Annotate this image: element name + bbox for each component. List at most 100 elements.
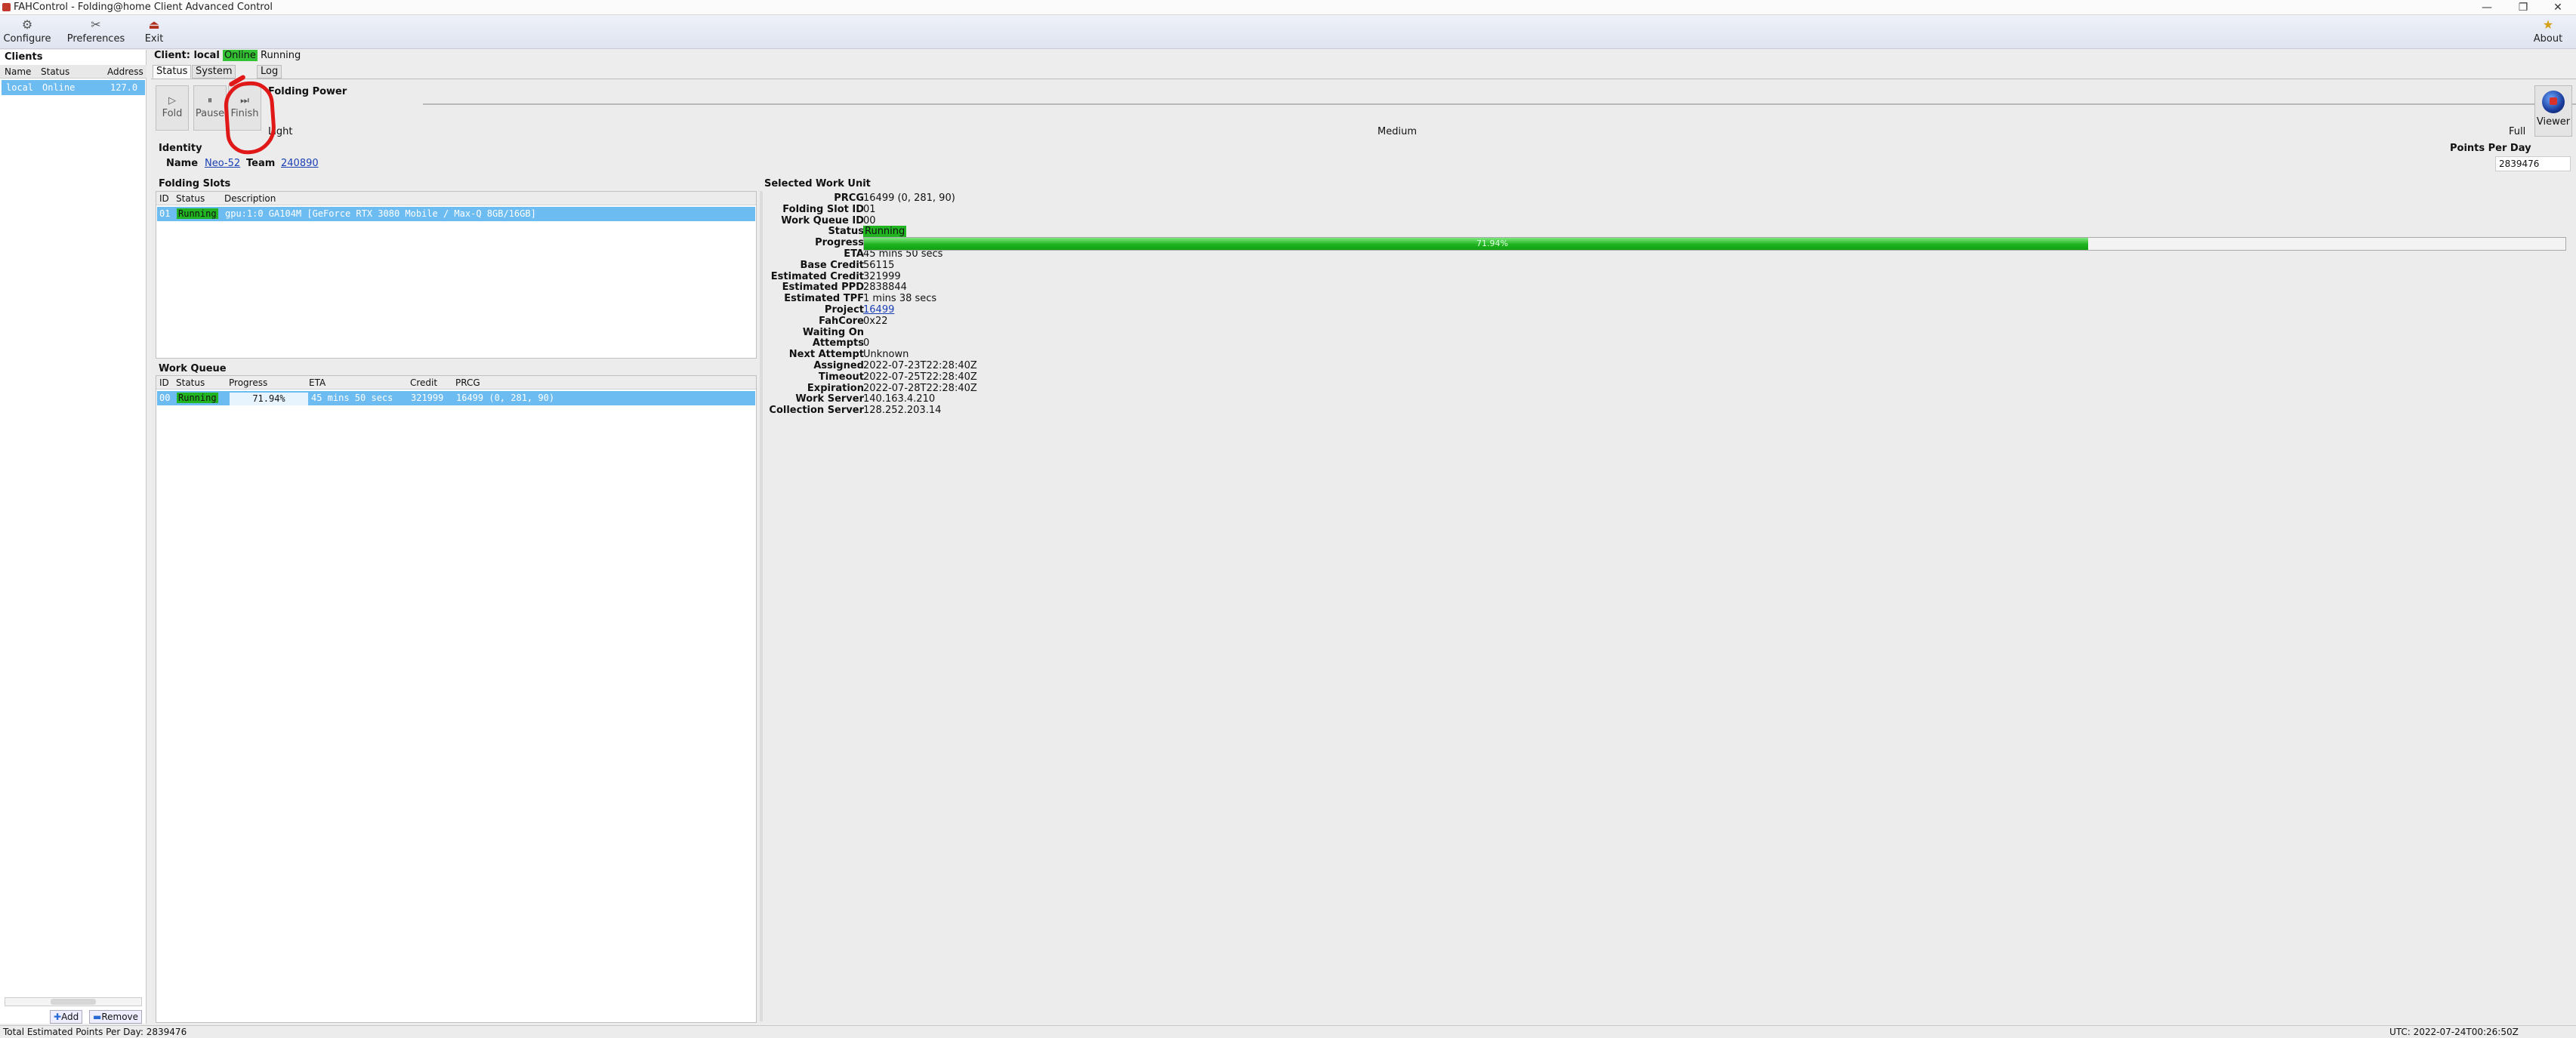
preferences-label: Preferences: [66, 33, 125, 45]
wq-eta: 45 mins 50 secs: [311, 393, 393, 403]
team-label: Team: [246, 158, 276, 169]
wu-value-collection-server: 128.252.203.14: [863, 405, 942, 417]
fold-label: Fold: [162, 108, 183, 119]
wu-label-prcg: PRCG: [834, 193, 864, 204]
wu-label-eta: ETA: [844, 248, 864, 260]
client-status: Online: [42, 82, 76, 93]
wu-label-estimated-tpf: Estimated TPF: [784, 293, 864, 305]
name-label: Name: [166, 158, 199, 169]
title-bar: FAHControl - Folding@home Client Advance…: [0, 0, 2576, 15]
splitter[interactable]: [760, 191, 763, 1021]
wu-value-work-queue-id: 00: [863, 214, 876, 226]
col-address[interactable]: Address: [107, 66, 143, 77]
wu-value-next-attempt: Unknown: [863, 349, 909, 361]
remove-client-button[interactable]: ▬Remove: [89, 1010, 143, 1024]
wu-label-work-server: Work Server: [795, 393, 864, 405]
wq-status-badge: Running: [177, 393, 218, 403]
col-id[interactable]: ID: [159, 377, 169, 388]
tab-log[interactable]: Log: [257, 65, 282, 79]
identity-title: Identity: [159, 143, 202, 154]
client-row-local[interactable]: local Online 127.0: [2, 80, 145, 95]
slot-id: 01: [159, 208, 171, 219]
col-credit[interactable]: Credit: [410, 377, 437, 388]
wu-value-expiration: 2022-07-28T22:28:40Z: [863, 382, 977, 394]
pause-button[interactable]: ⏸ Pause: [193, 85, 227, 131]
main-area: Client: local Online Running Status Syst…: [151, 50, 2576, 1024]
about-button[interactable]: ★ About: [2531, 18, 2565, 47]
remove-label: Remove: [101, 1012, 139, 1022]
wq-id: 00: [159, 393, 171, 403]
wu-value-work-server: 140.163.4.210: [863, 393, 936, 405]
viewer-button[interactable]: Viewer: [2534, 85, 2572, 137]
pause-icon: ⏸: [207, 95, 213, 106]
slot-status-badge: Running: [177, 208, 218, 219]
col-progress[interactable]: Progress: [229, 377, 267, 388]
fold-button[interactable]: ▷ Fold: [156, 85, 189, 131]
wu-label-folding-slot-id: Folding Slot ID: [782, 203, 864, 215]
slider-label-medium: Medium: [1377, 126, 1417, 137]
scroll-thumb[interactable]: [51, 999, 96, 1005]
identity-team-link[interactable]: 240890: [281, 158, 319, 169]
wu-label-progress: Progress: [815, 237, 864, 249]
wu-value-estimated-credit: 321999: [863, 270, 901, 282]
slot-description: gpu:1:0 GA104M [GeForce RTX 3080 Mobile …: [225, 208, 536, 219]
clients-hscrollbar[interactable]: [5, 997, 142, 1006]
work-queue-row[interactable]: 00 Running 71.94% 45 mins 50 secs 321999…: [157, 391, 755, 405]
wu-value-project[interactable]: 16499: [863, 304, 894, 316]
wq-progress: 71.94%: [230, 393, 308, 405]
minimize-button[interactable]: —: [2470, 0, 2504, 15]
client-name: local: [6, 82, 34, 93]
wu-label-status: Status: [828, 226, 864, 238]
col-description[interactable]: Description: [224, 193, 276, 204]
folding-slots-title: Folding Slots: [159, 178, 231, 189]
wu-value-fahcore: 0x22: [863, 315, 888, 327]
col-prcg[interactable]: PRCG: [455, 377, 480, 388]
folding-power-slider-track[interactable]: [423, 103, 2576, 105]
folding-slots-table: ID Status Description 01 Running gpu:1:0…: [156, 191, 757, 359]
preferences-button[interactable]: ✂ Preferences: [65, 18, 127, 47]
wu-label-expiration: Expiration: [807, 382, 864, 394]
ppd-title: Points Per Day: [2450, 143, 2531, 154]
client-address: 127.0: [110, 82, 138, 93]
col-status[interactable]: Status: [41, 66, 69, 77]
pause-label: Pause: [195, 108, 225, 119]
work-queue-table: ID Status Progress ETA Credit PRCG 00 Ru…: [156, 375, 757, 1023]
exit-button[interactable]: ⏏ Exit: [140, 18, 168, 47]
client-header: Client: local Online Running: [154, 50, 301, 61]
configure-button[interactable]: ⚙ Configure: [3, 18, 51, 47]
col-status[interactable]: Status: [176, 193, 205, 204]
play-icon: ▷: [168, 95, 176, 106]
tab-system-info[interactable]: System Info: [192, 65, 236, 89]
exit-label: Exit: [144, 33, 164, 45]
add-client-button[interactable]: ✚Add: [50, 1010, 83, 1024]
window-title: FAHControl - Folding@home Client Advance…: [14, 2, 273, 13]
star-icon: ★: [2542, 17, 2554, 32]
wu-label-collection-server: Collection Server: [769, 405, 864, 417]
minus-icon: ▬: [93, 1012, 102, 1022]
wu-value-attempts: 0: [863, 337, 870, 350]
red-annotation-circle: [222, 79, 278, 156]
exit-icon: ⏏: [148, 17, 160, 32]
ppd-value: 2839476: [2495, 156, 2571, 171]
col-eta[interactable]: ETA: [309, 377, 325, 388]
folding-power-title: Folding Power: [268, 86, 347, 97]
wu-label-next-attempt: Next Attempt: [788, 349, 864, 361]
folding-slots-header: ID Status Description: [156, 192, 756, 205]
identity-name-link[interactable]: Neo-52: [205, 158, 240, 169]
col-name[interactable]: Name: [5, 66, 31, 77]
col-id[interactable]: ID: [159, 193, 169, 204]
folding-slot-row[interactable]: 01 Running gpu:1:0 GA104M [GeForce RTX 3…: [157, 207, 755, 221]
clients-table-header: Name Status Address: [0, 65, 147, 79]
wrench-gear-icon: ⚙: [21, 17, 33, 32]
col-status[interactable]: Status: [176, 377, 205, 388]
status-bar: Total Estimated Points Per Day: 2839476 …: [0, 1025, 2576, 1038]
toolbar: ⚙ Configure ✂ Preferences ⏏ Exit ★ About: [0, 15, 2576, 49]
maximize-button[interactable]: ❐: [2506, 0, 2541, 15]
status-panel: ▷ Fold ⏸ Pause ⏭ Finish Folding Power Li…: [151, 79, 2576, 1024]
wu-value-status: Running: [863, 226, 907, 238]
wu-value-estimated-ppd: 2838844: [863, 282, 907, 294]
tab-status[interactable]: Status: [153, 65, 192, 79]
close-button[interactable]: ✕: [2541, 0, 2575, 15]
slider-label-full: Full: [2509, 126, 2526, 137]
wu-value-prcg: 16499 (0, 281, 90): [863, 193, 955, 204]
